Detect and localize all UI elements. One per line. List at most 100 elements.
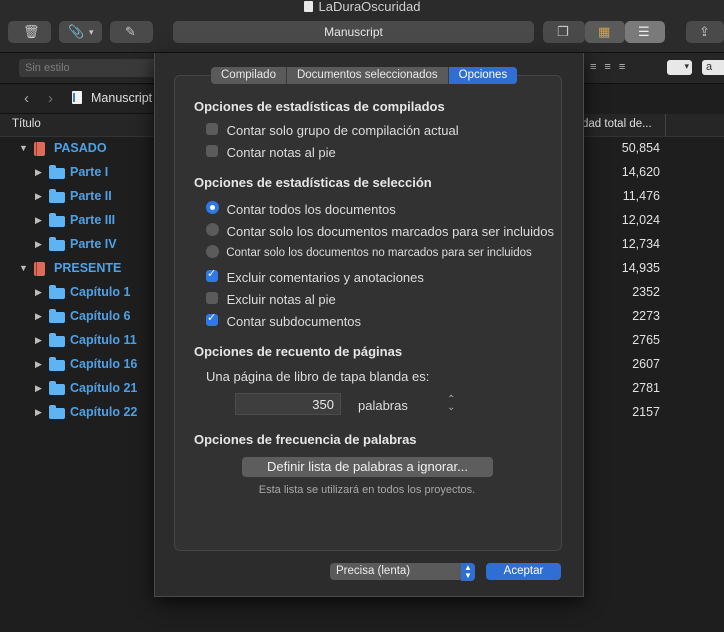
binder-item[interactable]: ▼ PRESENTE bbox=[0, 257, 154, 281]
binder-item-label: Capítulo 22 bbox=[70, 405, 138, 419]
scrivenings-button[interactable]: ❐ bbox=[543, 21, 585, 43]
disclosure-right-icon[interactable]: ▶ bbox=[35, 311, 42, 322]
binder-item-label: Capítulo 1 bbox=[70, 285, 131, 299]
binder-item[interactable]: ▶ Capítulo 6 bbox=[0, 305, 154, 329]
selection-radio-2[interactable]: Contar solo los documentos no marcados p… bbox=[206, 245, 532, 259]
radio-button[interactable] bbox=[206, 223, 219, 236]
share-button[interactable]: ⇪ bbox=[686, 21, 724, 43]
document-icon bbox=[303, 1, 313, 12]
style-selector[interactable]: Sin estilo bbox=[19, 59, 165, 77]
binder-item[interactable]: ▶ Capítulo 16 bbox=[0, 353, 154, 377]
folder-icon bbox=[49, 357, 65, 371]
word-count: 2781 bbox=[632, 381, 660, 395]
outline-button[interactable]: ☰ bbox=[625, 21, 665, 43]
disclosure-right-icon[interactable]: ▶ bbox=[35, 167, 42, 178]
tab-documentos-seleccionados[interactable]: Documentos seleccionados bbox=[287, 67, 449, 84]
binder-item[interactable]: ▶ Capítulo 11 bbox=[0, 329, 154, 353]
trash-button[interactable]: 🗑 bbox=[8, 21, 51, 43]
radio-button[interactable] bbox=[206, 201, 219, 214]
share-icon: ⇪ bbox=[699, 24, 710, 39]
selection-check-2[interactable]: Contar subdocumentos bbox=[206, 311, 361, 329]
stack-icon: ❐ bbox=[557, 24, 569, 39]
checkbox[interactable] bbox=[206, 311, 218, 326]
color-well[interactable]: ▾ bbox=[667, 60, 692, 75]
disclosure-right-icon[interactable]: ▶ bbox=[35, 215, 42, 226]
word-count: 11,476 bbox=[622, 189, 660, 203]
checkbox[interactable] bbox=[206, 123, 218, 135]
disclosure-right-icon[interactable]: ▶ bbox=[35, 191, 42, 202]
selection-radio-1[interactable]: Contar solo los documentos marcados para… bbox=[206, 223, 554, 239]
binder-column-header[interactable]: Título bbox=[0, 114, 154, 137]
tab-compilado[interactable]: Compilado bbox=[211, 67, 287, 84]
binder-item-label: Parte III bbox=[70, 213, 116, 227]
forward-arrow-icon[interactable]: › bbox=[48, 90, 53, 107]
binder-nav-title: Manuscript bbox=[91, 91, 153, 105]
disclosure-right-icon[interactable]: ▶ bbox=[35, 383, 42, 394]
compile-option-0[interactable]: Contar solo grupo de compilación actual bbox=[206, 123, 459, 138]
outline-icon: ☰ bbox=[638, 24, 650, 39]
binder-item-label: Capítulo 11 bbox=[70, 333, 137, 347]
word-count: 2352 bbox=[632, 285, 660, 299]
precision-select[interactable]: Precisa (lenta) ▲ ▼ bbox=[330, 563, 475, 581]
binder-item[interactable]: ▼ PASADO bbox=[0, 137, 154, 161]
word-count: 14,935 bbox=[621, 261, 660, 275]
pages-prompt: Una página de libro de tapa blanda es: bbox=[206, 369, 430, 384]
compose-icon: ✎ bbox=[125, 24, 136, 39]
paperclip-icon: 📎 bbox=[68, 24, 85, 39]
word-count: 2607 bbox=[632, 357, 660, 371]
disclosure-right-icon[interactable]: ▶ bbox=[35, 287, 42, 298]
word-count: 2273 bbox=[632, 309, 660, 323]
folder-icon bbox=[49, 285, 65, 299]
disclosure-right-icon[interactable]: ▶ bbox=[35, 359, 42, 370]
compile-option-1[interactable]: Contar notas al pie bbox=[206, 145, 336, 160]
binder-item[interactable]: ▶ Capítulo 21 bbox=[0, 377, 154, 401]
disclosure-right-icon[interactable]: ▶ bbox=[35, 335, 42, 346]
word-count: 2765 bbox=[632, 333, 660, 347]
radio-button[interactable] bbox=[206, 245, 219, 258]
disclosure-down-icon[interactable]: ▼ bbox=[19, 143, 28, 153]
binder-item[interactable]: ▶ Capítulo 22 bbox=[0, 401, 154, 425]
chevron-down-icon: ▾ bbox=[89, 27, 94, 37]
word-count: 50,854 bbox=[621, 141, 660, 155]
attachment-button[interactable]: 📎 ▾ bbox=[59, 21, 102, 43]
binder-item[interactable]: ▶ Parte I bbox=[0, 161, 154, 185]
checkbox[interactable] bbox=[206, 292, 218, 304]
ignore-list-note: Esta lista se utilizará en todos los pro… bbox=[258, 484, 476, 496]
selection-radio-0[interactable]: Contar todos los documentos bbox=[206, 201, 396, 217]
binder-item[interactable]: ▶ Parte III bbox=[0, 209, 154, 233]
back-arrow-icon[interactable]: ‹ bbox=[24, 90, 29, 107]
binder-item[interactable]: ▶ Capítulo 1 bbox=[0, 281, 154, 305]
corkboard-button[interactable]: ▦ bbox=[585, 21, 625, 43]
binder-item-label: Capítulo 6 bbox=[70, 309, 131, 323]
disclosure-right-icon[interactable]: ▶ bbox=[35, 407, 42, 418]
selection-check-1[interactable]: Excluir notas al pie bbox=[206, 292, 336, 307]
define-ignore-list-button[interactable]: Definir lista de palabras a ignorar... bbox=[242, 457, 493, 477]
text-format-dropdown[interactable]: a bbox=[702, 60, 724, 75]
total-column-header[interactable]: dad total de... bbox=[582, 114, 724, 137]
frequency-section-title: Opciones de frecuencia de palabras bbox=[194, 432, 417, 447]
pages-section-title: Opciones de recuento de páginas bbox=[194, 344, 403, 359]
binder-item-label: Capítulo 16 bbox=[70, 357, 138, 371]
binder-item-label: PASADO bbox=[54, 141, 107, 155]
binder-item[interactable]: ▶ Parte II bbox=[0, 185, 154, 209]
stepper-icon[interactable]: ⌃ ⌄ bbox=[447, 395, 455, 413]
alignment-icons[interactable]: ≡≡≡ bbox=[590, 61, 633, 73]
folder-icon bbox=[49, 333, 65, 347]
folder-icon bbox=[49, 213, 65, 227]
sheet-tabs: Compilado Documentos seleccionados Opcio… bbox=[211, 67, 518, 84]
disclosure-down-icon[interactable]: ▼ bbox=[19, 263, 28, 273]
center-title[interactable]: Manuscript bbox=[173, 21, 534, 43]
checkbox[interactable] bbox=[206, 145, 218, 157]
disclosure-right-icon[interactable]: ▶ bbox=[35, 239, 42, 250]
tab-opciones[interactable]: Opciones bbox=[448, 67, 518, 84]
checkbox[interactable] bbox=[206, 267, 218, 282]
binder-item-label: Capítulo 21 bbox=[70, 381, 138, 395]
accept-button[interactable]: Aceptar bbox=[486, 563, 561, 580]
book-icon bbox=[34, 262, 45, 276]
edit-button[interactable]: ✎ bbox=[110, 21, 153, 43]
word-count: 14,620 bbox=[621, 165, 660, 179]
binder-item[interactable]: ▶ Parte IV bbox=[0, 233, 154, 257]
selection-check-0[interactable]: Excluir comentarios y anotaciones bbox=[206, 267, 424, 285]
folder-icon bbox=[49, 405, 65, 419]
words-per-page-input[interactable]: 350 bbox=[235, 393, 341, 415]
